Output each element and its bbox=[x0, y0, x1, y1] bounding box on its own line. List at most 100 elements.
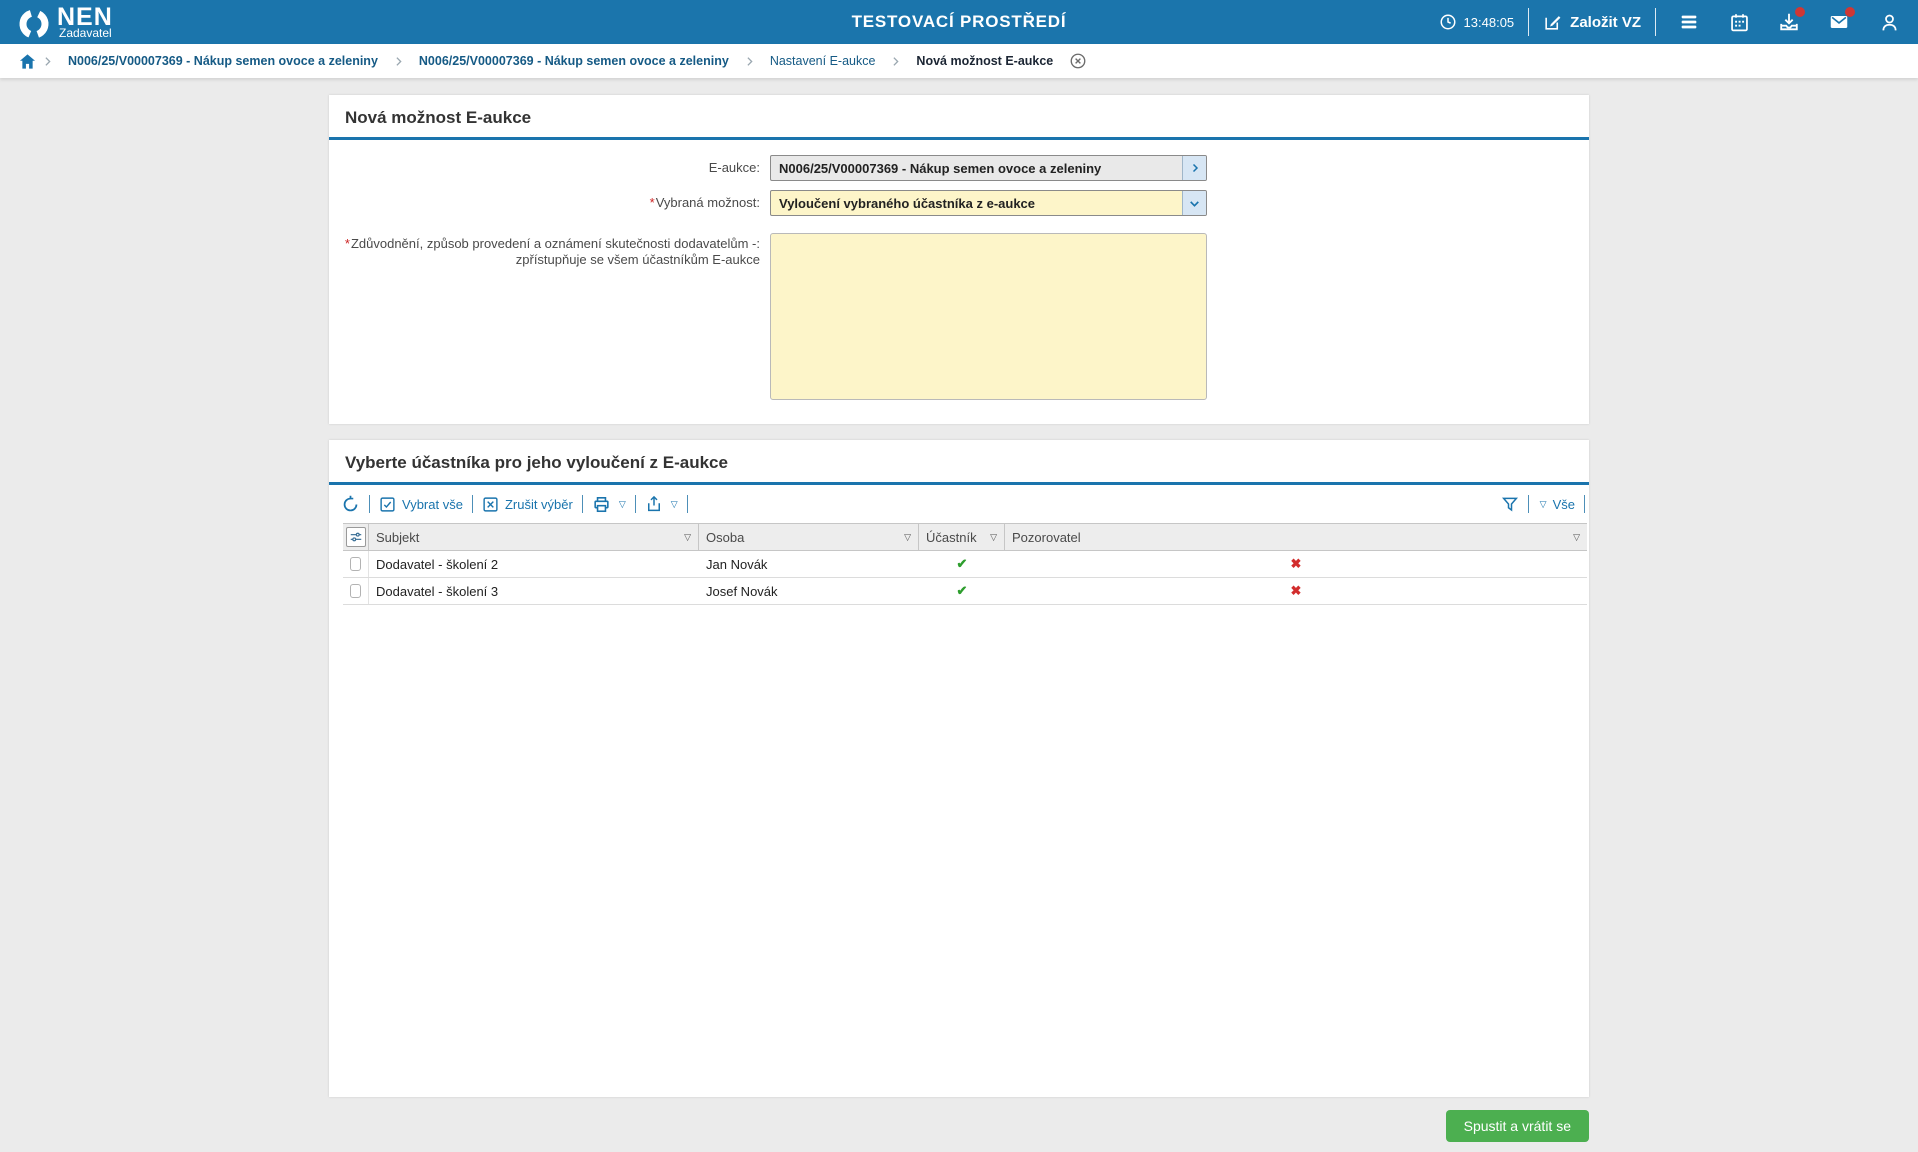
check-icon: ✔ bbox=[957, 583, 968, 599]
breadcrumb-item[interactable]: N006/25/V00007369 - Nákup semen ovoce a … bbox=[409, 54, 739, 68]
export-icon bbox=[645, 495, 663, 513]
cell-subjekt: Dodavatel - školení 2 bbox=[369, 551, 699, 577]
eaukce-value: N006/25/V00007369 - Nákup semen ovoce a … bbox=[771, 161, 1182, 176]
print-dropdown-caret: ▽ bbox=[619, 499, 626, 510]
table-row[interactable]: Dodavatel - školení 3 Josef Novák ✔ ✖ bbox=[343, 578, 1587, 605]
checkbox-check-icon bbox=[379, 496, 396, 513]
cell-ucastnik: ✔ bbox=[919, 578, 1005, 604]
justification-label: *Zdůvodnění, způsob provedení a oznámení… bbox=[329, 233, 770, 273]
create-vz-button[interactable]: Založit VZ bbox=[1543, 13, 1641, 32]
calendar-button[interactable] bbox=[1728, 11, 1750, 33]
eaukce-label: E-aukce: bbox=[329, 155, 770, 181]
breadcrumb: N006/25/V00007369 - Nákup semen ovoce a … bbox=[0, 44, 1918, 78]
clear-selection-button[interactable]: Zrušit výběr bbox=[473, 496, 582, 513]
cross-icon: ✖ bbox=[1291, 556, 1302, 572]
toolbar-separator bbox=[1584, 495, 1585, 513]
export-dropdown-caret: ▽ bbox=[671, 499, 678, 510]
breadcrumb-items: N006/25/V00007369 - Nákup semen ovoce a … bbox=[41, 54, 1063, 68]
top-header-bar: NEN Zadavatel TESTOVACÍ PROSTŘEDÍ 13:48:… bbox=[0, 0, 1918, 44]
clear-selection-label: Zrušit výběr bbox=[505, 497, 573, 512]
chevron-right-icon bbox=[41, 55, 54, 68]
main-menu-button[interactable] bbox=[1678, 11, 1700, 33]
column-header-osoba[interactable]: Osoba▽ bbox=[699, 524, 919, 550]
participants-title: Vyberte účastníka pro jeho vyloučení z E… bbox=[345, 453, 1573, 473]
chevron-right-icon bbox=[889, 55, 902, 68]
sort-caret-icon[interactable]: ▽ bbox=[990, 532, 997, 543]
column-header-ucastnik[interactable]: Účastník▽ bbox=[919, 524, 1005, 550]
table-header-row: Subjekt▽ Osoba▽ Účastník▽ Pozorovatel▽ bbox=[343, 523, 1587, 551]
column-settings-button[interactable] bbox=[346, 527, 366, 547]
sort-caret-icon[interactable]: ▽ bbox=[1573, 532, 1580, 543]
downloads-button[interactable] bbox=[1778, 11, 1800, 33]
check-icon: ✔ bbox=[957, 556, 968, 572]
panel-title: Nová možnost E-aukce bbox=[345, 108, 1573, 128]
breadcrumb-close-icon[interactable] bbox=[1069, 52, 1087, 70]
breadcrumb-item-active[interactable]: Nová možnost E-aukce bbox=[906, 54, 1063, 68]
cell-osoba: Josef Novák bbox=[699, 578, 919, 604]
user-icon bbox=[1879, 12, 1900, 33]
cell-pozorovatel: ✖ bbox=[1005, 551, 1587, 577]
checkbox-x-icon bbox=[482, 496, 499, 513]
clock-time: 13:48:05 bbox=[1464, 15, 1515, 30]
justification-textarea[interactable] bbox=[770, 233, 1207, 400]
print-button[interactable]: ▽ bbox=[583, 495, 635, 514]
column-header-pozorovatel[interactable]: Pozorovatel▽ bbox=[1005, 524, 1587, 550]
refresh-button[interactable] bbox=[341, 495, 369, 514]
sort-caret-icon[interactable]: ▽ bbox=[684, 532, 691, 543]
chevron-right-icon bbox=[743, 55, 756, 68]
table-toolbar: Vybrat vše Zrušit výběr ▽ ▽ bbox=[329, 485, 1589, 523]
sliders-icon bbox=[349, 530, 363, 544]
downloads-badge bbox=[1795, 7, 1805, 17]
filter-all-caret: ▽ bbox=[1540, 499, 1547, 510]
edit-icon bbox=[1543, 13, 1562, 32]
option-dropdown-button[interactable] bbox=[1182, 191, 1206, 215]
participants-table: Subjekt▽ Osoba▽ Účastník▽ Pozorovatel▽ D… bbox=[343, 523, 1587, 605]
column-header-subjekt[interactable]: Subjekt▽ bbox=[369, 524, 699, 550]
chevron-right-icon bbox=[392, 55, 405, 68]
header-separator bbox=[1655, 8, 1656, 36]
breadcrumb-item[interactable]: N006/25/V00007369 - Nákup semen ovoce a … bbox=[58, 54, 388, 68]
clock-icon bbox=[1439, 13, 1457, 31]
home-icon[interactable] bbox=[18, 52, 37, 71]
run-and-return-button[interactable]: Spustit a vrátit se bbox=[1446, 1110, 1589, 1142]
required-mark: * bbox=[345, 236, 350, 251]
new-option-panel: Nová možnost E-aukce E-aukce: N006/25/V0… bbox=[329, 95, 1589, 424]
filter-button[interactable] bbox=[1492, 495, 1528, 513]
messages-badge bbox=[1845, 7, 1855, 17]
messages-button[interactable] bbox=[1828, 11, 1850, 33]
option-label: *Vybraná možnost: bbox=[329, 190, 770, 216]
chevron-right-icon bbox=[1189, 162, 1201, 174]
table-body: Dodavatel - školení 2 Jan Novák ✔ ✖ Doda… bbox=[343, 551, 1587, 605]
user-profile-button[interactable] bbox=[1878, 11, 1900, 33]
printer-icon bbox=[592, 495, 611, 514]
cell-subjekt: Dodavatel - školení 3 bbox=[369, 578, 699, 604]
create-vz-label: Založit VZ bbox=[1570, 14, 1641, 31]
option-selected-value: Vyloučení vybraného účastníka z e-aukce bbox=[771, 196, 1182, 211]
cross-icon: ✖ bbox=[1291, 583, 1302, 599]
export-button[interactable]: ▽ bbox=[636, 495, 687, 513]
breadcrumb-item[interactable]: Nastavení E-aukce bbox=[760, 54, 886, 68]
row-checkbox[interactable] bbox=[350, 557, 361, 571]
filter-all-label: Vše bbox=[1553, 497, 1575, 512]
header-separator bbox=[1528, 8, 1529, 36]
nen-logo[interactable]: NEN Zadavatel bbox=[18, 4, 113, 40]
chevron-down-icon bbox=[1188, 197, 1201, 210]
server-clock: 13:48:05 bbox=[1439, 13, 1515, 31]
cell-osoba: Jan Novák bbox=[699, 551, 919, 577]
toolbar-separator bbox=[687, 495, 688, 513]
filter-all-button[interactable]: ▽ Vše bbox=[1529, 497, 1584, 512]
option-select[interactable]: Vyloučení vybraného účastníka z e-aukce bbox=[770, 190, 1207, 216]
select-all-button[interactable]: Vybrat vše bbox=[370, 496, 472, 513]
cell-ucastnik: ✔ bbox=[919, 551, 1005, 577]
row-checkbox[interactable] bbox=[350, 584, 361, 598]
brand-subtitle: Zadavatel bbox=[59, 26, 113, 40]
sort-caret-icon[interactable]: ▽ bbox=[904, 532, 911, 543]
table-row[interactable]: Dodavatel - školení 2 Jan Novák ✔ ✖ bbox=[343, 551, 1587, 578]
funnel-icon bbox=[1501, 495, 1519, 513]
calendar-icon bbox=[1729, 12, 1750, 33]
eaukce-open-button[interactable] bbox=[1182, 156, 1206, 180]
select-all-label: Vybrat vše bbox=[402, 497, 463, 512]
eaukce-field: N006/25/V00007369 - Nákup semen ovoce a … bbox=[770, 155, 1207, 181]
participants-panel: Vyberte účastníka pro jeho vyloučení z E… bbox=[329, 440, 1589, 1097]
required-mark: * bbox=[650, 195, 655, 210]
